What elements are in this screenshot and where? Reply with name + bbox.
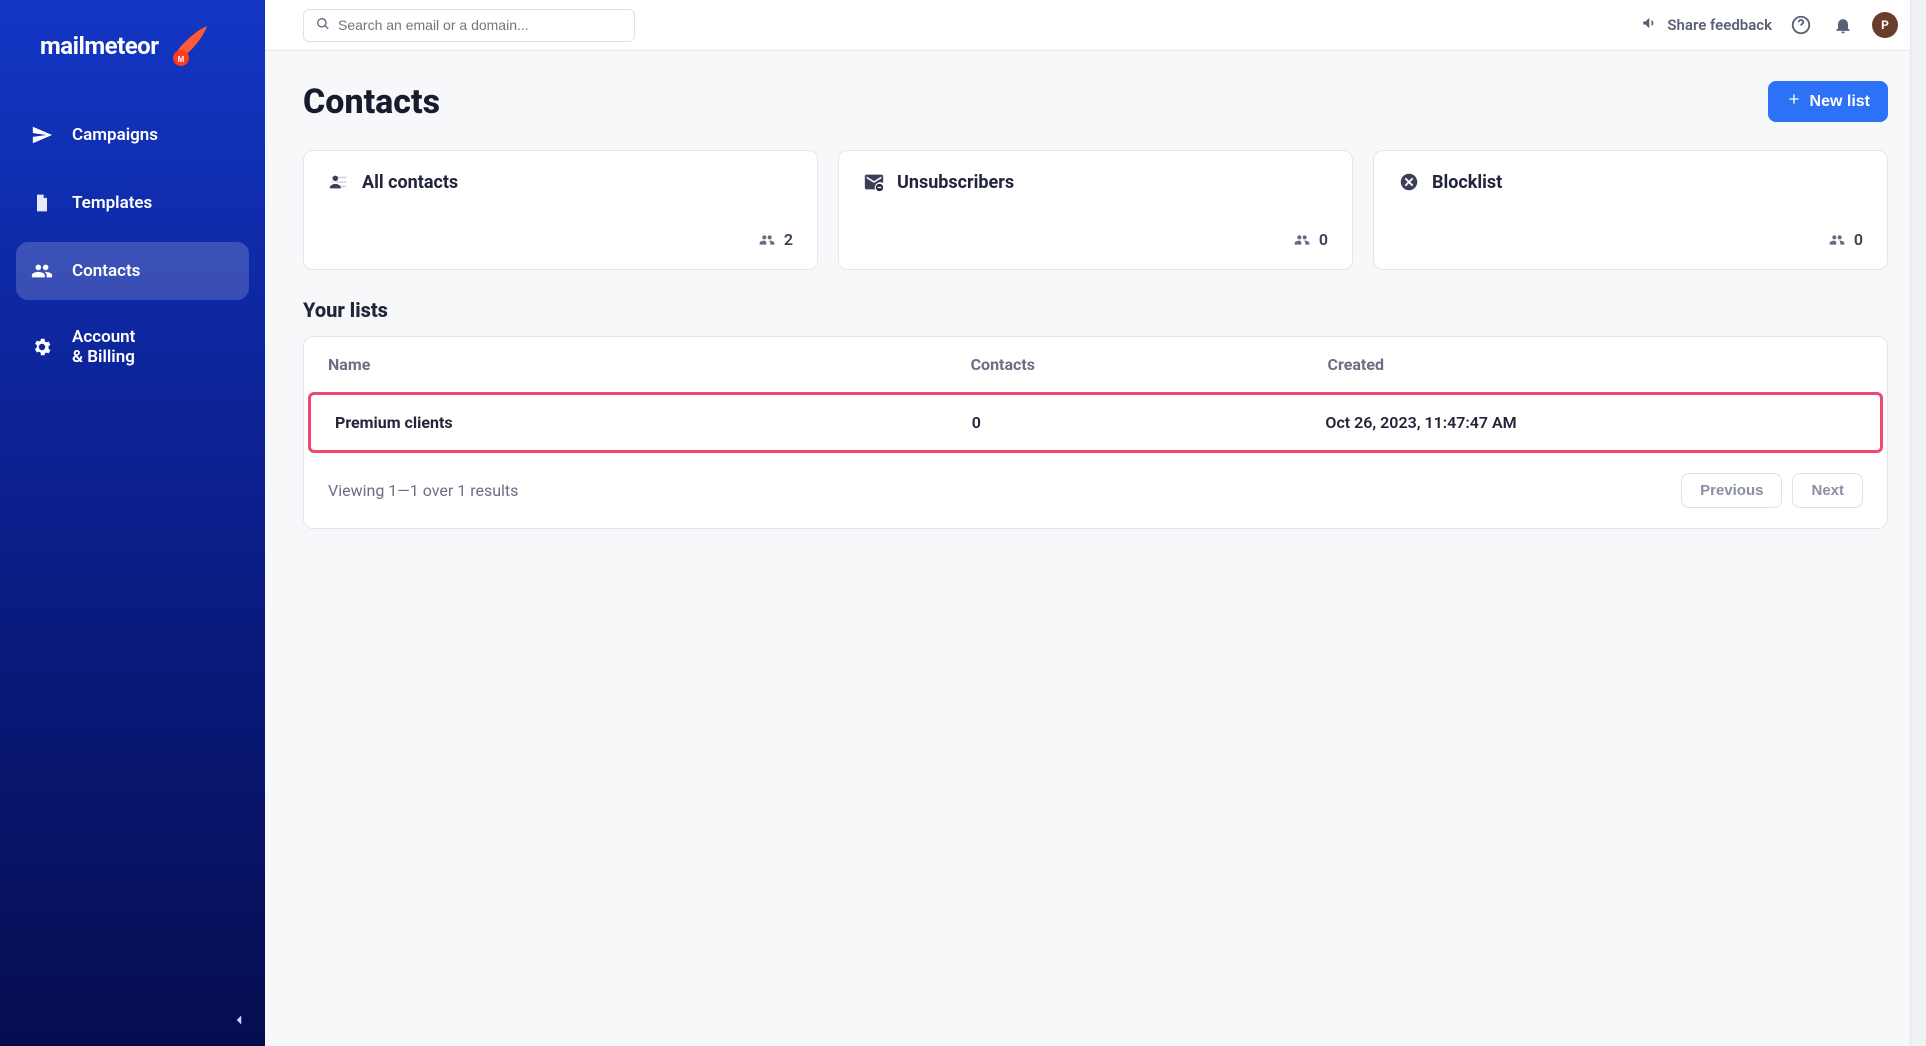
scrollbar[interactable] [1910,0,1926,1046]
topbar: Share feedback P [265,0,1926,51]
row-name: Premium clients [335,413,972,432]
lists-table: Name Contacts Created Premium clients 0 … [303,336,1888,529]
content: Contacts New list All contacts [265,51,1926,559]
sidebar-item-templates[interactable]: Templates [16,174,249,232]
notifications-button[interactable] [1830,12,1856,38]
table-footer: Viewing 1—1 over 1 results Previous Next [304,453,1887,528]
people-small-icon [758,231,776,249]
page-title: Contacts [303,82,440,122]
card-count: 0 [1319,230,1328,249]
summary-cards: All contacts 2 Unsubscribers [303,150,1888,270]
sidebar-item-label: Templates [72,193,152,213]
table-row[interactable]: Premium clients 0 Oct 26, 2023, 11:47:47… [308,392,1883,453]
sidebar-nav: Campaigns Templates Contacts Account & B… [0,98,265,385]
card-blocklist[interactable]: Blocklist 0 [1373,150,1888,270]
results-summary: Viewing 1—1 over 1 results [328,481,518,500]
brand-logo[interactable]: mailmeteor M [0,0,265,98]
card-count: 0 [1854,230,1863,249]
sidebar-item-label-line1: Account [72,327,135,347]
people-small-icon [1293,231,1311,249]
help-button[interactable] [1788,12,1814,38]
pagination: Previous Next [1681,473,1863,508]
page-head: Contacts New list [303,81,1888,122]
contacts-list-icon [328,171,350,193]
file-icon [30,191,54,215]
new-list-button[interactable]: New list [1768,81,1888,122]
send-icon [30,123,54,147]
sidebar-item-account-billing[interactable]: Account & Billing [16,310,249,385]
sidebar-collapse-button[interactable] [225,1006,253,1034]
sidebar-item-label: Contacts [72,261,140,281]
user-avatar[interactable]: P [1872,12,1898,38]
col-header-name: Name [328,355,971,374]
your-lists-heading: Your lists [303,298,1888,322]
search-field-wrap[interactable] [303,9,635,42]
card-title: All contacts [362,172,458,193]
search-icon [316,16,330,35]
people-icon [30,259,54,283]
megaphone-icon [1641,14,1659,36]
brand-meteor-icon: M [167,22,215,70]
search-input[interactable] [338,17,622,33]
svg-text:M: M [177,55,184,64]
row-created: Oct 26, 2023, 11:47:47 AM [1325,413,1856,432]
card-count: 2 [784,230,793,249]
sidebar: mailmeteor M Campaigns Templates Contact… [0,0,265,1046]
sidebar-item-label-line2: & Billing [72,347,135,367]
next-button[interactable]: Next [1792,473,1863,508]
table-header: Name Contacts Created [304,337,1887,392]
col-header-created: Created [1328,355,1863,374]
brand-text: mailmeteor [40,32,159,60]
sidebar-item-contacts[interactable]: Contacts [16,242,249,300]
row-contacts: 0 [972,413,1326,432]
previous-button[interactable]: Previous [1681,473,1782,508]
sidebar-item-label: Account & Billing [72,327,135,368]
new-list-label: New list [1810,93,1870,111]
card-unsubscribers[interactable]: Unsubscribers 0 [838,150,1353,270]
unsubscribe-icon [863,171,885,193]
share-feedback-label: Share feedback [1667,16,1772,34]
sidebar-item-campaigns[interactable]: Campaigns [16,106,249,164]
sidebar-item-label: Campaigns [72,125,158,145]
col-header-contacts: Contacts [971,355,1328,374]
block-icon [1398,171,1420,193]
main: Share feedback P Contacts New list [265,0,1926,1046]
plus-icon [1786,91,1802,112]
card-all-contacts[interactable]: All contacts 2 [303,150,818,270]
card-title: Unsubscribers [897,172,1014,193]
gear-icon [30,335,54,359]
share-feedback-button[interactable]: Share feedback [1641,14,1772,36]
avatar-initial: P [1881,18,1889,32]
card-title: Blocklist [1432,172,1502,193]
people-small-icon [1828,231,1846,249]
